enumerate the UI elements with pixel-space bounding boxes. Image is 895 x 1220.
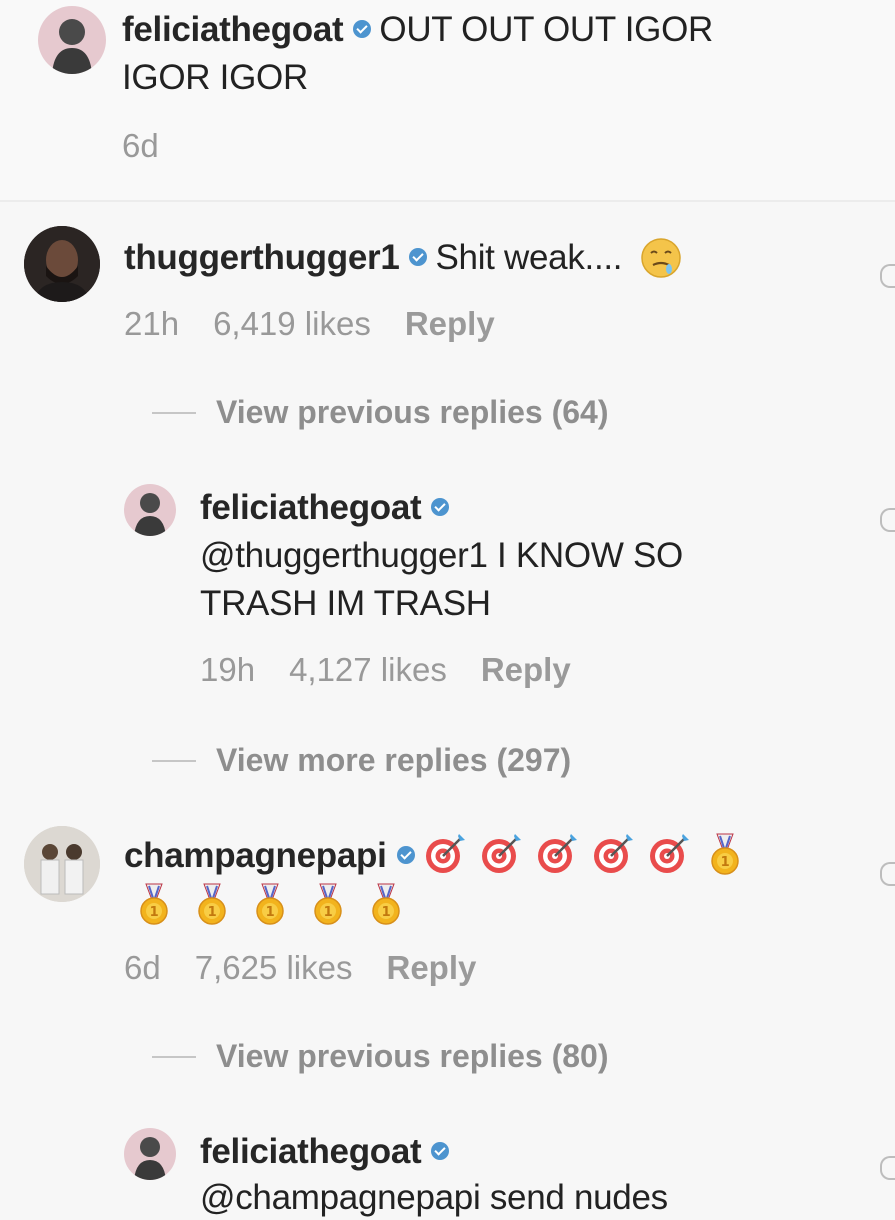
emoji-row: 1: [423, 833, 747, 875]
reply-username-line: feliciathegoat: [200, 1130, 457, 1174]
avatar[interactable]: [38, 6, 106, 74]
reply-button[interactable]: Reply: [481, 651, 571, 688]
divider-dash: [152, 1055, 196, 1058]
reply-text-line2: TRASH IM TRASH: [200, 584, 491, 623]
comment-text: champagnepapi 1: [124, 833, 747, 880]
medal-icon: 1: [248, 882, 292, 926]
verified-badge-icon: [431, 1141, 450, 1160]
comment-meta: 6d 7,625 likes Reply: [124, 948, 510, 988]
like-count[interactable]: 4,127 likes: [289, 651, 447, 688]
medal-icon: 1: [364, 882, 408, 926]
reply-text-line1: @thuggerthugger1 I KNOW SO: [200, 536, 683, 575]
user-silhouette-icon: [52, 19, 92, 74]
svg-text:1: 1: [266, 905, 275, 920]
view-more-replies-button[interactable]: View more replies (297): [152, 740, 571, 780]
comment-time: 21h: [124, 305, 180, 342]
view-previous-replies-button[interactable]: View previous replies (80): [152, 1036, 608, 1076]
direct-hit-icon: [591, 832, 635, 876]
reply-meta: 19h 4,127 likes Reply: [200, 650, 605, 690]
username[interactable]: feliciathegoat: [200, 488, 422, 527]
divider-dash: [152, 411, 196, 414]
direct-hit-icon: [423, 832, 467, 876]
like-heart-icon[interactable]: [880, 1156, 895, 1180]
comment-time: 6d: [122, 127, 159, 164]
avatar[interactable]: [124, 1128, 176, 1180]
reply-button[interactable]: Reply: [405, 305, 495, 342]
comment-feliciathegoat-top: feliciathegoat OUT OUT OUT IGOR IGOR IGOR…: [0, 0, 895, 202]
comment-text: thuggerthugger1 Shit weak....: [124, 236, 682, 281]
avatar[interactable]: [24, 226, 100, 302]
medal-icon: 1: [306, 882, 350, 926]
reply-button[interactable]: Reply: [386, 949, 476, 986]
like-heart-icon[interactable]: [880, 862, 895, 886]
username[interactable]: thuggerthugger1: [124, 238, 400, 277]
user-silhouette-icon: [134, 1137, 166, 1180]
comment-text-line2: IGOR IGOR: [122, 58, 308, 97]
svg-text:1: 1: [208, 905, 217, 920]
view-replies-label: View previous replies (80): [216, 1038, 609, 1074]
direct-hit-icon: [479, 832, 523, 876]
username[interactable]: feliciathegoat: [200, 1132, 422, 1171]
view-replies-label: View previous replies (64): [216, 394, 609, 430]
comment-text: feliciathegoat OUT OUT OUT IGOR: [122, 8, 713, 52]
svg-text:1: 1: [720, 855, 729, 870]
verified-badge-icon: [409, 247, 428, 266]
emoji-row-2: 1 1 1 1 1: [124, 880, 408, 928]
direct-hit-icon: [535, 832, 579, 876]
reply-text-line1: @champagnepapi send nudes: [200, 1178, 668, 1217]
user-photo-icon: [24, 826, 100, 902]
view-more-label: View more replies (297): [216, 742, 572, 778]
user-silhouette-icon: [134, 493, 166, 536]
reply-username-line: feliciathegoat: [200, 486, 457, 530]
divider-dash: [152, 759, 196, 762]
comment-body: OUT OUT OUT IGOR: [379, 10, 713, 49]
avatar[interactable]: [24, 826, 100, 902]
drooling-face-icon: [640, 237, 682, 279]
medal-icon: 1: [703, 832, 747, 876]
avatar[interactable]: [124, 484, 176, 536]
view-previous-replies-button[interactable]: View previous replies (64): [152, 392, 608, 432]
comment-time: 6d: [124, 949, 161, 986]
svg-text:1: 1: [382, 905, 391, 920]
svg-text:1: 1: [150, 905, 159, 920]
medal-icon: 1: [132, 882, 176, 926]
like-heart-icon[interactable]: [880, 264, 895, 288]
like-count[interactable]: 7,625 likes: [195, 949, 353, 986]
comment-body: Shit weak....: [435, 238, 623, 277]
svg-text:1: 1: [324, 905, 333, 920]
like-heart-icon[interactable]: [880, 508, 895, 532]
username[interactable]: champagnepapi: [124, 836, 387, 875]
verified-badge-icon: [353, 19, 372, 38]
user-photo-icon: [24, 226, 100, 302]
like-count[interactable]: 6,419 likes: [213, 305, 371, 342]
reply-time: 19h: [200, 651, 256, 688]
verified-badge-icon: [396, 845, 415, 864]
medal-icon: 1: [190, 882, 234, 926]
direct-hit-icon: [647, 832, 691, 876]
comment-meta: 21h 6,419 likes Reply: [124, 304, 529, 344]
verified-badge-icon: [431, 497, 450, 516]
username[interactable]: feliciathegoat: [122, 10, 344, 49]
